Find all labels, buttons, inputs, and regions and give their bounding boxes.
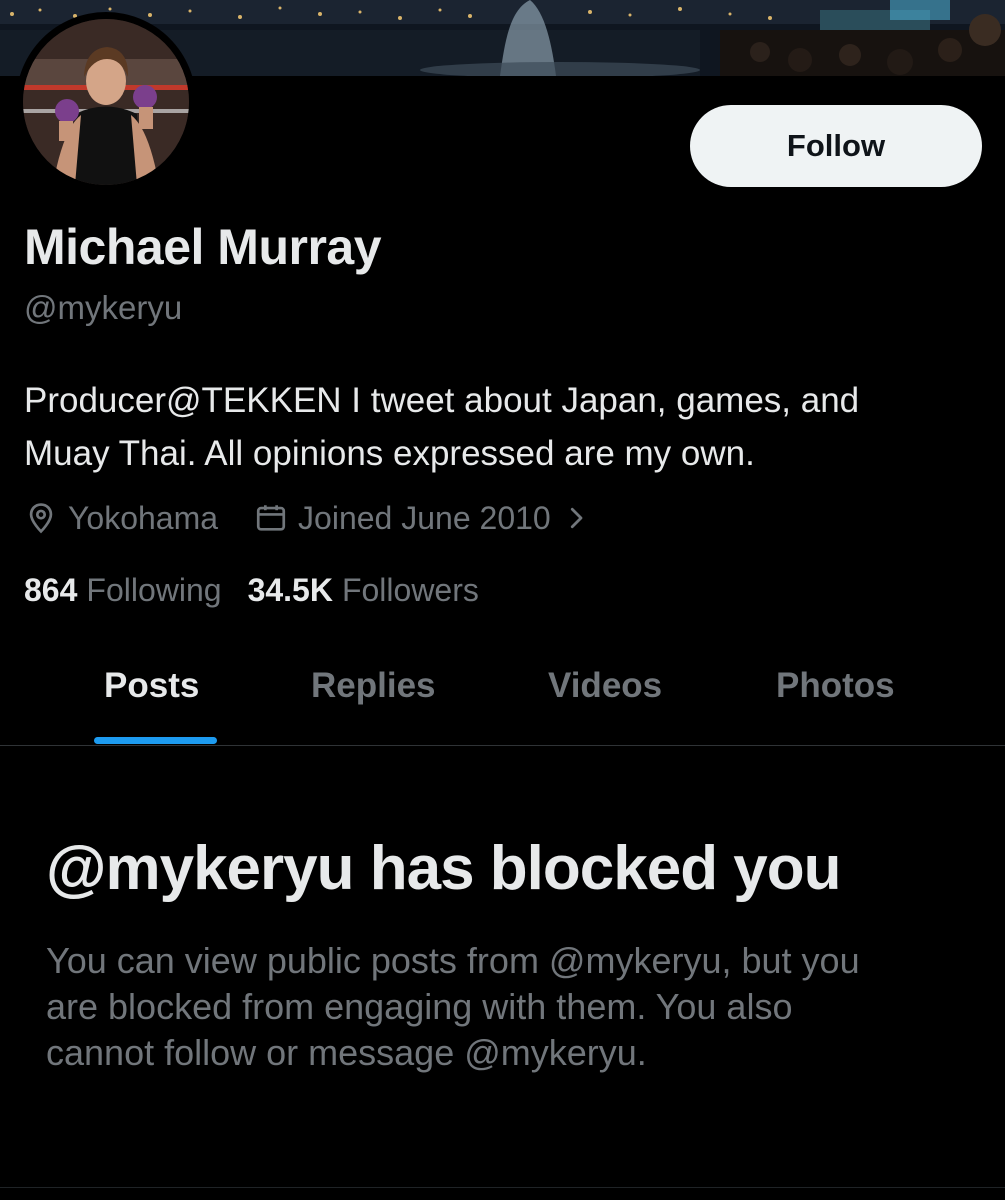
tab-posts[interactable]: Posts [104, 666, 199, 706]
following-label: Following [86, 572, 222, 608]
blocked-title: @mykeryu has blocked you [46, 834, 842, 903]
join-date-label: Joined June 2010 [298, 499, 551, 536]
tab-videos[interactable]: Videos [548, 666, 662, 706]
profile-location: Yokohama [24, 500, 218, 537]
tab-replies[interactable]: Replies [311, 666, 436, 706]
bio-line: Producer@TEKKEN I tweet about Japan, gam… [24, 381, 860, 420]
profile-display-name: Michael Murray [24, 219, 382, 275]
followers-link[interactable]: 34.5K Followers [248, 572, 479, 609]
bio-line: Muay Thai. All opinions expressed are my… [24, 434, 755, 473]
follow-button[interactable]: Follow [690, 105, 982, 187]
calendar-icon [256, 505, 286, 531]
following-link[interactable]: 864 Following [24, 572, 222, 609]
active-tab-indicator [94, 737, 217, 744]
bottom-divider [0, 1187, 1005, 1188]
profile-join-date[interactable]: Joined June 2010 [254, 500, 601, 537]
profile-meta-row: Yokohama Joined June 2010 [24, 498, 601, 538]
blocked-message-line: You can view public posts from @mykeryu,… [46, 940, 860, 981]
blocked-message-line: cannot follow or message @mykeryu. [46, 1032, 647, 1073]
followers-count: 34.5K [247, 572, 333, 608]
profile-bio: Producer@TEKKEN I tweet about Japan, gam… [24, 374, 974, 480]
chevron-right-icon [570, 507, 583, 529]
profile-handle: @mykeryu [24, 289, 183, 326]
profile-tabs: Posts Replies Videos Photos [0, 640, 1005, 746]
following-count: 864 [24, 572, 78, 608]
location-pin-icon [29, 503, 53, 534]
followers-label: Followers [341, 572, 479, 608]
profile-follow-counts: 864 Following 34.5K Followers [24, 572, 479, 609]
tab-photos[interactable]: Photos [776, 666, 895, 706]
blocked-message-line: are blocked from engaging with them. You… [46, 986, 793, 1027]
location-label: Yokohama [68, 499, 219, 536]
profile-avatar[interactable] [16, 12, 196, 192]
blocked-message: You can view public posts from @mykeryu,… [46, 938, 946, 1076]
